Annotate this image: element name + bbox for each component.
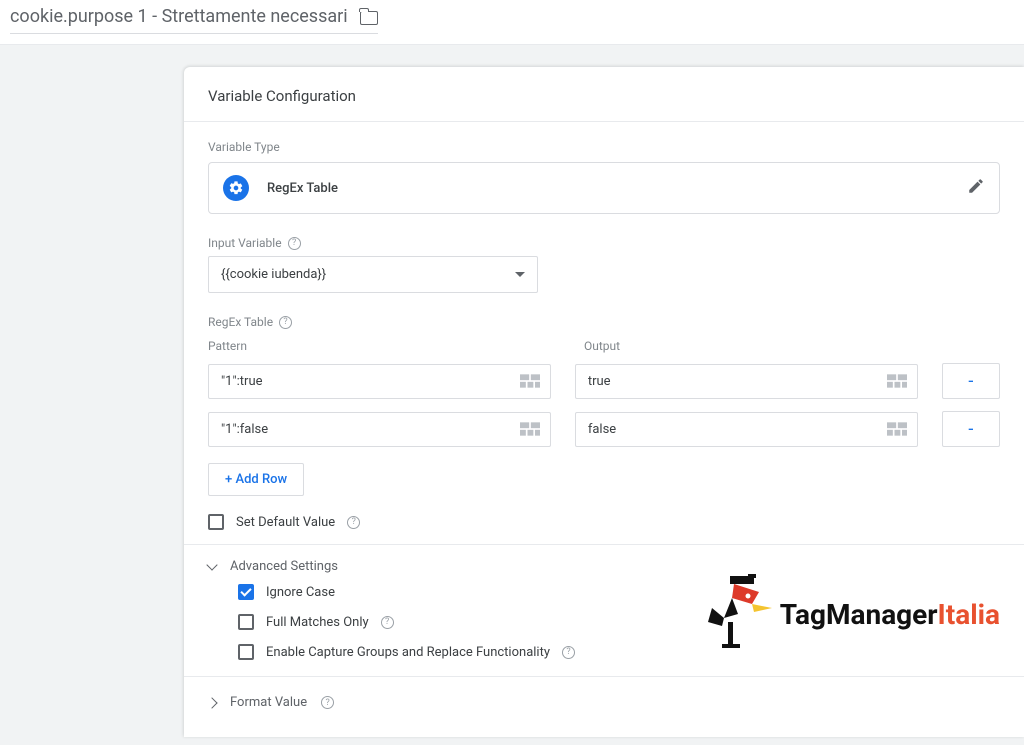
help-icon[interactable]: ? bbox=[279, 316, 292, 329]
edit-icon[interactable] bbox=[967, 177, 985, 199]
full-matches-row: Full Matches Only ? bbox=[238, 614, 1000, 630]
workspace: Variable Configuration Variable Type Reg… bbox=[0, 45, 1024, 745]
advanced-label: Advanced Settings bbox=[230, 559, 338, 574]
variable-picker-icon[interactable] bbox=[887, 374, 907, 388]
variable-type-name: RegEx Table bbox=[267, 181, 338, 196]
config-panel: Variable Configuration Variable Type Reg… bbox=[184, 67, 1024, 737]
panel-title: Variable Configuration bbox=[184, 67, 1024, 122]
variable-picker-icon[interactable] bbox=[887, 422, 907, 436]
ignore-case-label: Ignore Case bbox=[266, 585, 335, 600]
regex-column-headers: Pattern Output bbox=[184, 335, 1024, 357]
topbar: cookie.purpose 1 - Strettamente necessar… bbox=[0, 0, 1024, 45]
page-title[interactable]: cookie.purpose 1 - Strettamente necessar… bbox=[10, 6, 348, 27]
folder-icon[interactable] bbox=[360, 11, 378, 25]
full-matches-label: Full Matches Only bbox=[266, 615, 369, 630]
help-icon[interactable]: ? bbox=[381, 616, 394, 629]
capture-groups-label: Enable Capture Groups and Replace Functi… bbox=[266, 645, 550, 660]
regex-row: - bbox=[184, 357, 1024, 405]
pattern-cell[interactable] bbox=[208, 412, 551, 447]
regex-table-label-row: RegEx Table ? bbox=[184, 293, 1024, 335]
output-header: Output bbox=[584, 339, 936, 353]
help-icon[interactable]: ? bbox=[347, 516, 360, 529]
remove-row-button[interactable]: - bbox=[942, 411, 1000, 447]
advanced-toggle[interactable]: Advanced Settings bbox=[208, 559, 1000, 584]
pattern-input[interactable] bbox=[219, 421, 520, 438]
input-variable-label: Input Variable bbox=[208, 236, 282, 250]
set-default-label: Set Default Value bbox=[236, 515, 335, 530]
help-icon[interactable]: ? bbox=[321, 696, 334, 709]
output-cell[interactable] bbox=[575, 364, 918, 399]
regex-row: - bbox=[184, 405, 1024, 453]
advanced-settings: Advanced Settings Ignore Case Full Match… bbox=[184, 545, 1024, 660]
chevron-right-icon bbox=[206, 697, 217, 708]
gear-icon bbox=[223, 175, 249, 201]
format-value-label: Format Value bbox=[230, 695, 307, 710]
format-value-toggle[interactable]: Format Value ? bbox=[184, 676, 1024, 720]
caret-down-icon bbox=[515, 272, 525, 277]
input-variable-select[interactable]: {{cookie iubenda}} bbox=[208, 256, 538, 293]
advanced-options: Ignore Case Full Matches Only ? Enable C… bbox=[208, 584, 1000, 660]
help-icon[interactable]: ? bbox=[288, 237, 301, 250]
remove-row-button[interactable]: - bbox=[942, 363, 1000, 399]
input-variable-label-row: Input Variable ? bbox=[184, 214, 1024, 256]
regex-table-label: RegEx Table bbox=[208, 315, 273, 329]
add-row-button[interactable]: + Add Row bbox=[208, 463, 304, 496]
variable-type-label: Variable Type bbox=[184, 122, 1024, 162]
chevron-down-icon bbox=[206, 559, 217, 570]
output-input[interactable] bbox=[586, 373, 887, 390]
input-variable-value: {{cookie iubenda}} bbox=[221, 267, 326, 282]
set-default-checkbox[interactable] bbox=[208, 514, 224, 530]
variable-picker-icon[interactable] bbox=[520, 422, 540, 436]
capture-groups-checkbox[interactable] bbox=[238, 644, 254, 660]
help-icon[interactable]: ? bbox=[562, 646, 575, 659]
title-wrap: cookie.purpose 1 - Strettamente necessar… bbox=[10, 6, 378, 34]
full-matches-checkbox[interactable] bbox=[238, 614, 254, 630]
capture-groups-row: Enable Capture Groups and Replace Functi… bbox=[238, 644, 1000, 660]
pattern-cell[interactable] bbox=[208, 364, 551, 399]
ignore-case-checkbox[interactable] bbox=[238, 584, 254, 600]
ignore-case-row: Ignore Case bbox=[238, 584, 1000, 600]
output-cell[interactable] bbox=[575, 412, 918, 447]
variable-type-card[interactable]: RegEx Table bbox=[208, 162, 1000, 214]
variable-picker-icon[interactable] bbox=[520, 374, 540, 388]
output-input[interactable] bbox=[586, 421, 887, 438]
pattern-input[interactable] bbox=[219, 373, 520, 390]
set-default-row: Set Default Value ? bbox=[184, 496, 1024, 545]
pattern-header: Pattern bbox=[208, 339, 560, 353]
